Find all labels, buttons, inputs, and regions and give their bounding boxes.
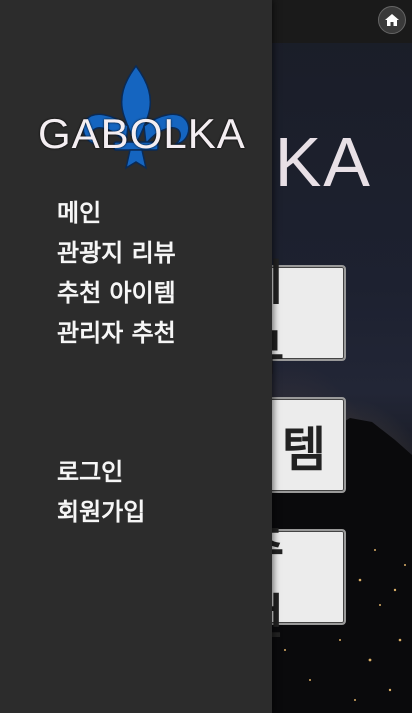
menu-item-tour-review[interactable]: 관광지 리뷰 xyxy=(57,233,176,273)
home-icon xyxy=(385,14,399,26)
menu-item-signup[interactable]: 회원가입 xyxy=(57,492,145,532)
menu-item-main[interactable]: 메인 xyxy=(57,193,176,233)
main-menu: 메인 관광지 리뷰 추천 아이템 관리자 추천 xyxy=(57,193,176,353)
menu-item-admin-recommend[interactable]: 관리자 추천 xyxy=(57,313,176,353)
menu-item-recommended-items[interactable]: 추천 아이템 xyxy=(57,273,176,313)
app-logo-text: GABOLKA xyxy=(38,110,246,157)
home-button[interactable] xyxy=(378,6,406,34)
menu-item-login[interactable]: 로그인 xyxy=(57,452,145,492)
account-menu: 로그인 회원가입 xyxy=(57,452,145,532)
navigation-drawer: GABOLKA 메인 관광지 리뷰 추천 아이템 관리자 추천 로그인 회원가입 xyxy=(0,0,272,713)
app-logo: GABOLKA xyxy=(36,64,246,174)
